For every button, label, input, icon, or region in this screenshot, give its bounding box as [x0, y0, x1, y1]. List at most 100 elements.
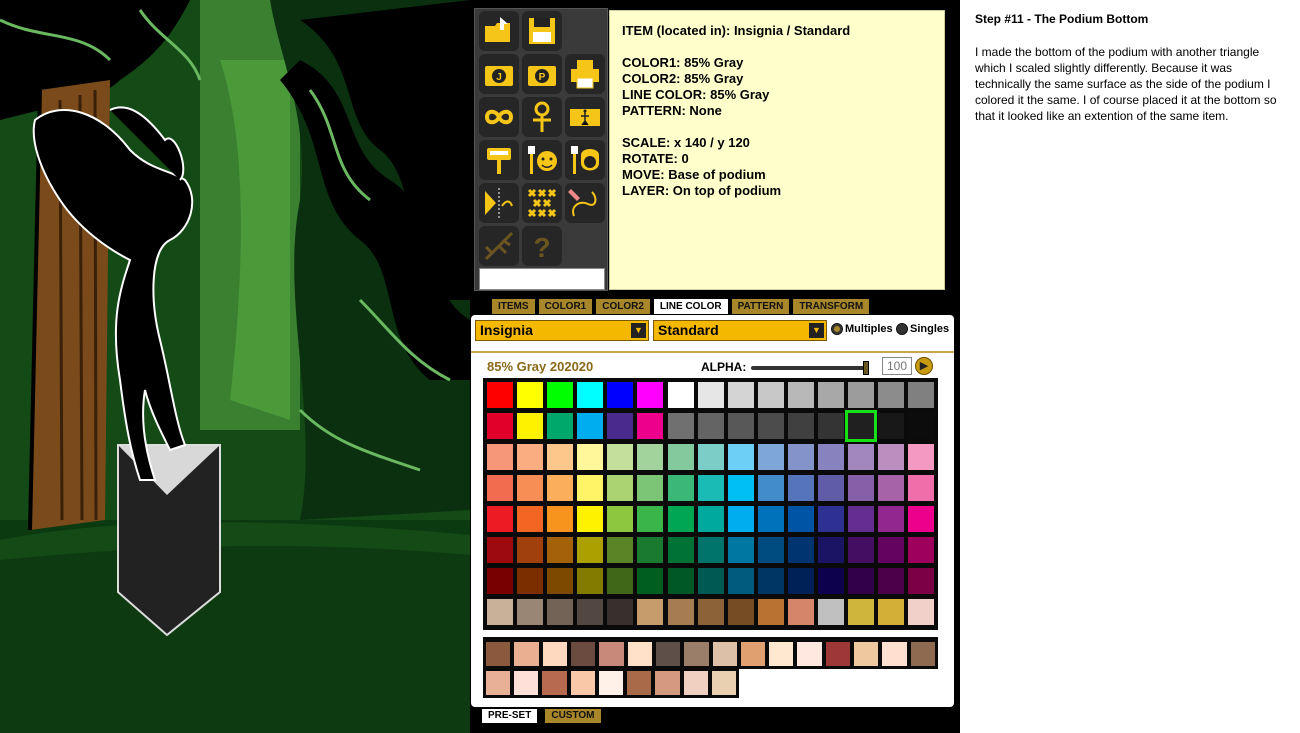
color-swatch[interactable]	[878, 413, 905, 439]
preset-swatch[interactable]	[882, 642, 907, 666]
color-swatch[interactable]	[607, 413, 634, 439]
color-swatch[interactable]	[908, 506, 935, 532]
color-swatch[interactable]	[517, 475, 544, 501]
color-swatch[interactable]	[848, 537, 875, 563]
color-swatch[interactable]	[848, 444, 875, 470]
tab-preset[interactable]: PRE-SET	[482, 709, 538, 723]
color-swatch[interactable]	[787, 475, 814, 501]
preset-swatch[interactable]	[825, 642, 851, 666]
color-swatch[interactable]	[517, 506, 544, 532]
pencil-curve-icon[interactable]	[565, 183, 605, 223]
tree-branch-icon[interactable]	[479, 226, 519, 266]
color-swatch[interactable]	[727, 599, 754, 625]
color-swatch[interactable]	[637, 413, 664, 439]
color-swatch[interactable]	[577, 475, 604, 501]
color-swatch[interactable]	[818, 475, 845, 501]
figure-card-icon[interactable]	[565, 97, 605, 137]
paint-roller-icon[interactable]	[479, 140, 519, 180]
color-swatch[interactable]	[878, 537, 905, 563]
preset-swatch[interactable]	[542, 642, 567, 666]
color-swatch[interactable]	[848, 382, 875, 408]
hair-brush-icon[interactable]	[565, 140, 605, 180]
color-swatch[interactable]	[547, 475, 574, 501]
multiples-radio[interactable]: Multiples	[831, 323, 893, 335]
color-swatch[interactable]	[757, 444, 784, 470]
color-swatch[interactable]	[818, 537, 845, 563]
preset-swatch[interactable]	[655, 671, 680, 695]
preset-swatch[interactable]	[486, 671, 511, 695]
color-swatch[interactable]	[878, 444, 905, 470]
preset-swatch[interactable]	[684, 642, 709, 666]
color-swatch[interactable]	[487, 506, 513, 532]
alpha-slider-handle[interactable]	[863, 361, 869, 375]
color-swatch[interactable]	[727, 506, 754, 532]
preset-swatch[interactable]	[655, 642, 681, 666]
color-swatch[interactable]	[487, 413, 513, 439]
singles-radio[interactable]: Singles	[896, 323, 949, 335]
tab-pattern[interactable]: PATTERN	[731, 299, 790, 314]
color-swatch[interactable]	[547, 506, 574, 532]
preset-swatch[interactable]	[712, 642, 737, 666]
color-swatch[interactable]	[577, 382, 604, 408]
color-swatch[interactable]	[727, 537, 754, 563]
color-swatch[interactable]	[878, 599, 905, 625]
color-swatch[interactable]	[667, 568, 694, 594]
color-swatch[interactable]	[577, 568, 604, 594]
color-swatch[interactable]	[818, 599, 845, 625]
color-swatch[interactable]	[908, 568, 935, 594]
color-swatch[interactable]	[787, 382, 814, 408]
color-swatch[interactable]	[667, 599, 694, 625]
preset-swatch[interactable]	[740, 642, 766, 666]
color-swatch[interactable]	[908, 475, 935, 501]
color-swatch[interactable]	[577, 599, 604, 625]
tab-custom[interactable]: CUSTOM	[545, 709, 601, 723]
color-swatch[interactable]	[787, 537, 814, 563]
color-swatch[interactable]	[908, 444, 935, 470]
color-swatch[interactable]	[818, 413, 845, 439]
preset-swatch[interactable]	[570, 671, 595, 695]
color-swatch[interactable]	[517, 382, 544, 408]
color-swatch[interactable]	[697, 382, 724, 408]
color-swatch[interactable]	[878, 568, 905, 594]
color-swatch[interactable]	[908, 413, 935, 439]
color-swatch[interactable]	[637, 475, 664, 501]
color-swatch[interactable]	[577, 537, 604, 563]
color-swatch[interactable]	[878, 382, 905, 408]
scene-canvas[interactable]	[0, 0, 470, 733]
tab-color2[interactable]: COLOR2	[596, 299, 650, 314]
color-swatch[interactable]	[848, 599, 875, 625]
preset-swatch[interactable]	[514, 671, 539, 695]
preset-swatch[interactable]	[627, 671, 652, 695]
color-swatch[interactable]	[487, 537, 513, 563]
color-swatch[interactable]	[547, 568, 574, 594]
color-swatch[interactable]	[848, 568, 875, 594]
color-swatch[interactable]	[697, 413, 724, 439]
color-swatch[interactable]	[757, 568, 784, 594]
style-dropdown[interactable]: Standard ▼	[653, 320, 827, 341]
color-swatch[interactable]	[547, 444, 574, 470]
preset-swatch[interactable]	[627, 642, 652, 666]
color-swatch[interactable]	[607, 537, 634, 563]
color-swatch[interactable]	[607, 475, 634, 501]
color-swatch[interactable]	[757, 413, 784, 439]
tab-color1[interactable]: COLOR1	[538, 299, 593, 314]
printer-icon[interactable]	[565, 54, 605, 94]
color-swatch[interactable]	[727, 444, 754, 470]
color-swatch[interactable]	[908, 382, 935, 408]
infinity-icon[interactable]	[479, 97, 519, 137]
help-question-icon[interactable]: ?	[522, 226, 562, 266]
color-swatch[interactable]	[845, 410, 878, 442]
color-swatch[interactable]	[697, 475, 724, 501]
color-swatch[interactable]	[818, 568, 845, 594]
color-swatch[interactable]	[637, 537, 664, 563]
color-swatch[interactable]	[787, 444, 814, 470]
color-swatch[interactable]	[818, 444, 845, 470]
color-swatch[interactable]	[547, 382, 574, 408]
color-swatch[interactable]	[848, 506, 875, 532]
color-swatch[interactable]	[757, 506, 784, 532]
color-swatch[interactable]	[667, 382, 694, 408]
color-swatch[interactable]	[787, 506, 814, 532]
color-swatch[interactable]	[878, 506, 905, 532]
color-swatch[interactable]	[667, 475, 694, 501]
color-swatch[interactable]	[577, 413, 604, 439]
